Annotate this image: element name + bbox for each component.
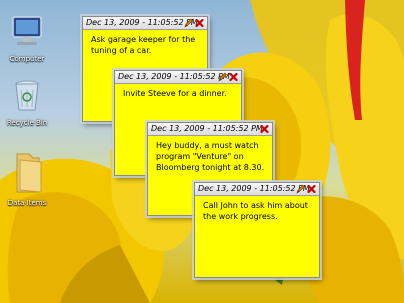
note-timestamp: Dec 13, 2009 - 11:05:52 PM: [86, 18, 198, 27]
desktop-icon-label: Data Items: [7, 199, 47, 207]
note-timestamp: Dec 13, 2009 - 11:05:52 PM: [118, 72, 230, 81]
note-title-bar[interactable]: Dec 13, 2009 - 11:05:52 PM: [83, 17, 207, 30]
note-text[interactable]: Ask garage keeper for the tuning of a ca…: [83, 30, 207, 56]
close-icon[interactable]: [260, 124, 269, 134]
desktop-icon-label: Recycle Bin: [6, 119, 48, 127]
edit-pencil-icon[interactable]: [296, 184, 305, 194]
note-text[interactable]: Invite Steeve for a dinner.: [115, 84, 241, 99]
edit-pencil-icon[interactable]: [218, 72, 227, 82]
edit-pencil-icon[interactable]: [184, 18, 193, 28]
note-title-bar[interactable]: Dec 13, 2009 - 11:05:52 PM: [148, 123, 272, 136]
note-text[interactable]: Hey buddy, a must watch program "Venture…: [148, 136, 272, 173]
desktop-icon-label: Computer: [9, 55, 45, 63]
folder-icon: [16, 153, 42, 193]
close-icon[interactable]: [195, 18, 204, 28]
recycle-bin-icon: [15, 80, 39, 111]
desktop-icon-data-items[interactable]: Data Items: [2, 150, 52, 207]
sticky-note[interactable]: Dec 13, 2009 - 11:05:52 PM Call John to …: [194, 182, 320, 278]
note-title-bar[interactable]: Dec 13, 2009 - 11:05:52 PM: [195, 183, 319, 196]
computer-icon: [12, 16, 42, 45]
note-title-bar[interactable]: Dec 13, 2009 - 11:05:52 PM: [115, 71, 241, 84]
note-timestamp: Dec 13, 2009 - 11:05:52 PM: [151, 124, 263, 133]
note-timestamp: Dec 13, 2009 - 11:05:52 PM: [198, 184, 310, 193]
note-text[interactable]: Call John to ask him about the work prog…: [195, 196, 319, 222]
desktop-icon-recycle-bin[interactable]: Recycle Bin: [2, 78, 52, 127]
close-icon[interactable]: [229, 72, 238, 82]
desktop-icon-computer[interactable]: Computer: [2, 14, 52, 63]
close-icon[interactable]: [307, 184, 316, 194]
